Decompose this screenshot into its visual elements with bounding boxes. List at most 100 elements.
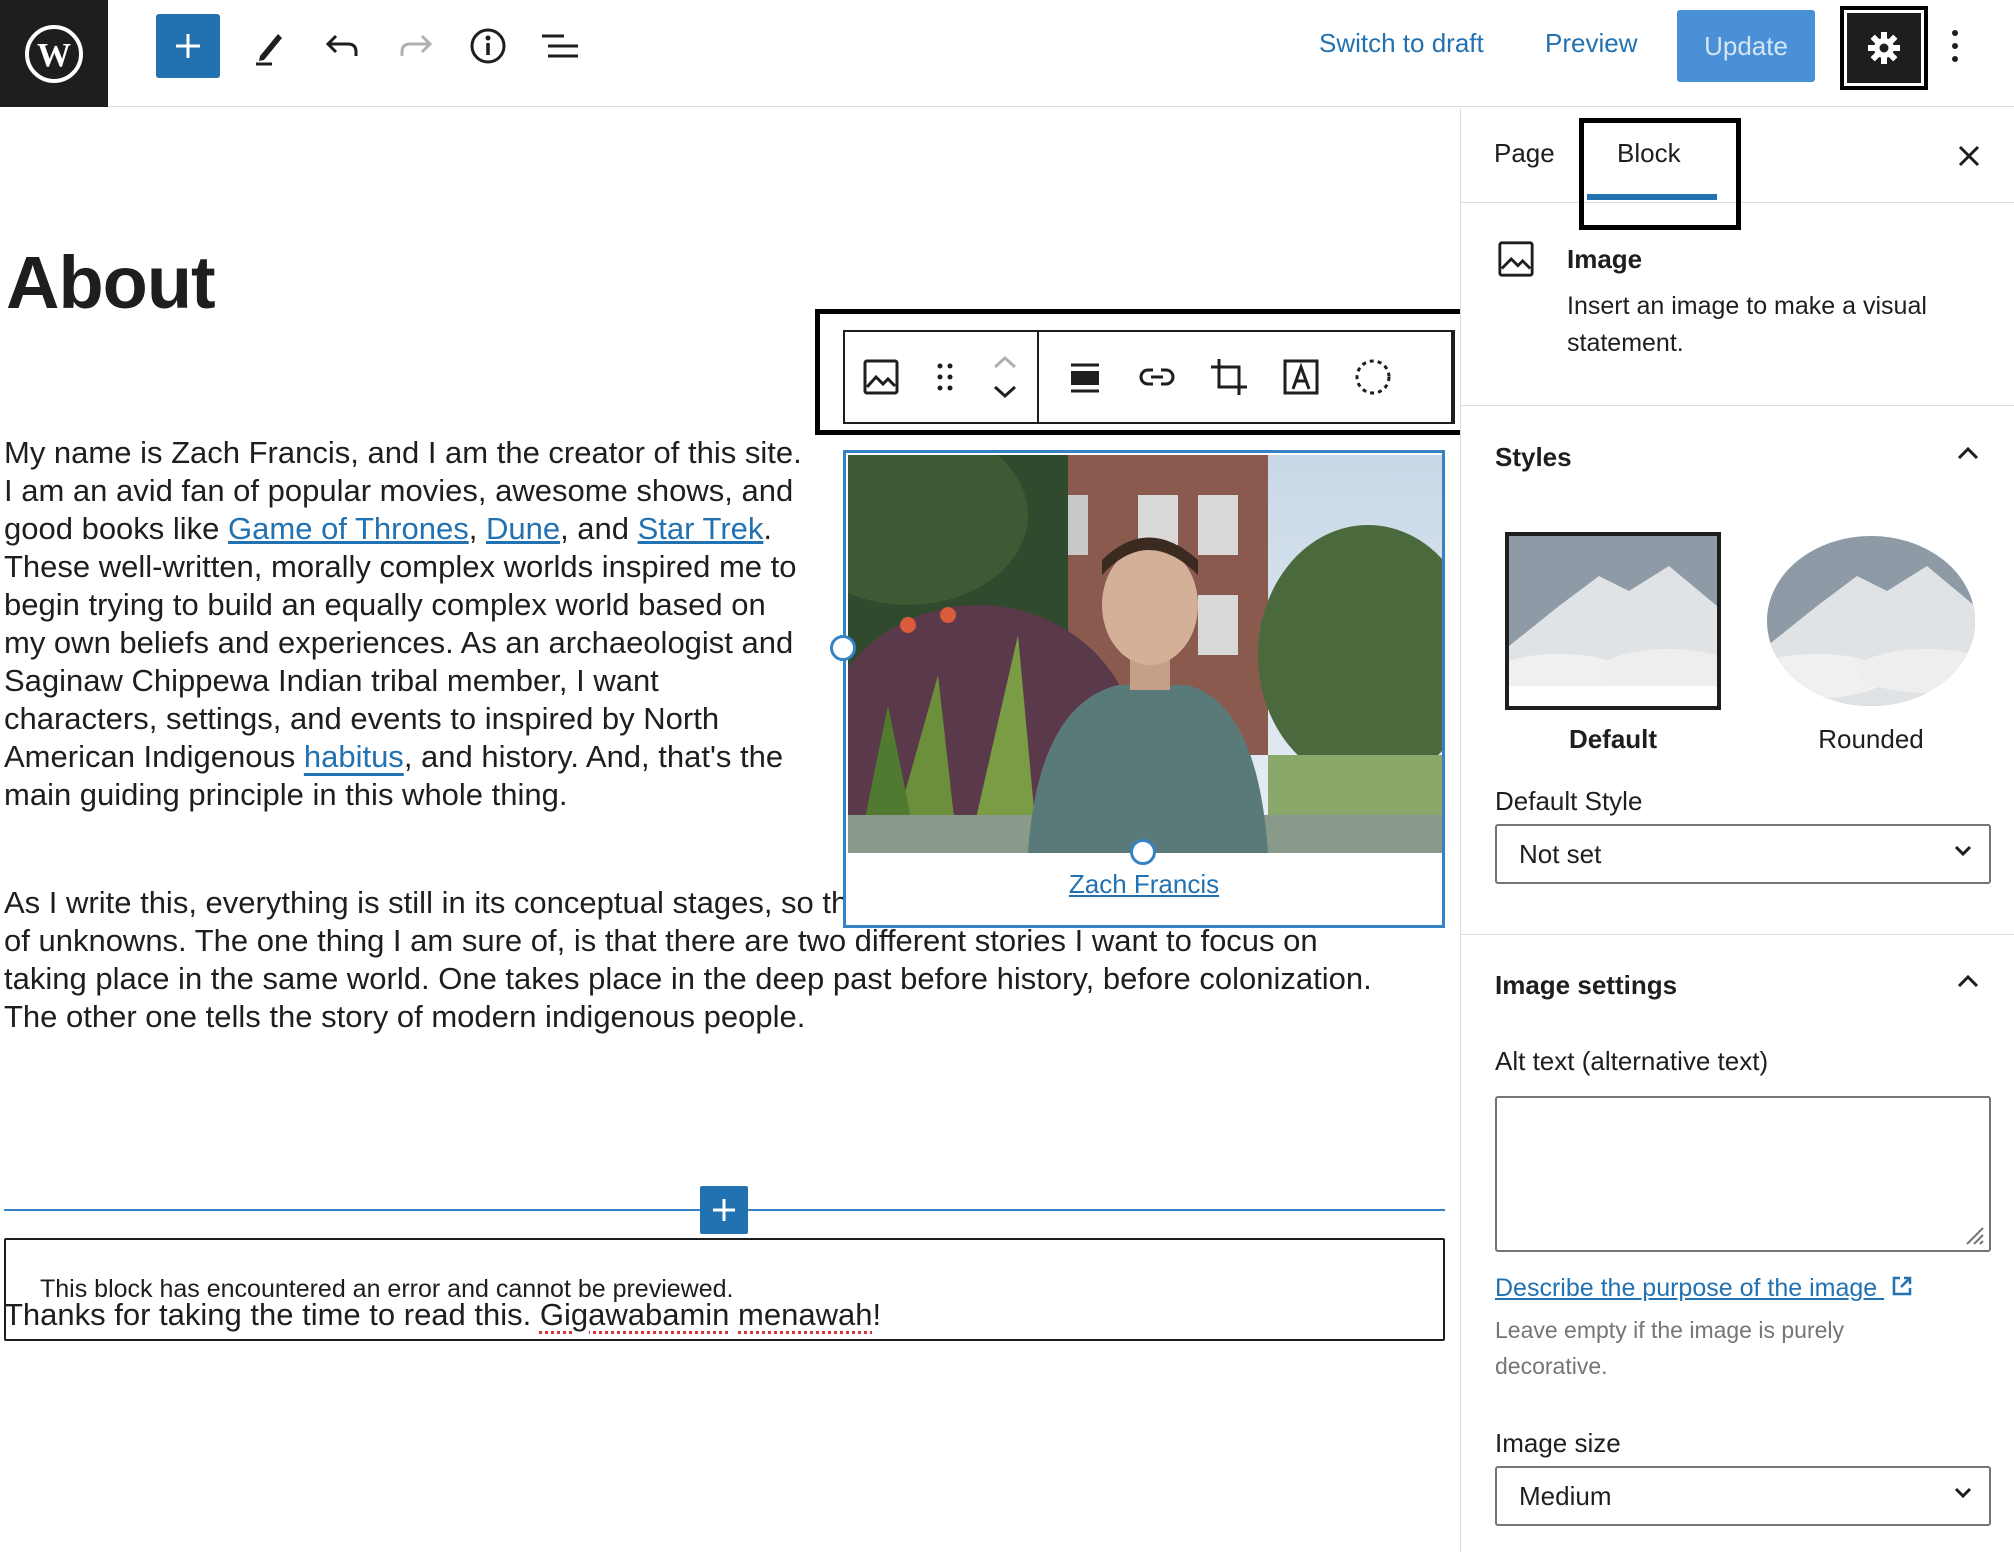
details-button[interactable] (456, 14, 520, 78)
list-view-button[interactable] (528, 14, 592, 78)
link-habitus[interactable]: habitus (304, 739, 404, 774)
tools-button[interactable] (238, 14, 302, 78)
block-card-description: Insert an image to make a visual stateme… (1567, 292, 1927, 357)
styles-panel-toggle[interactable] (1953, 438, 1983, 468)
tab-block[interactable]: Block (1617, 138, 1681, 169)
options-button[interactable] (1940, 22, 1970, 70)
drag-handle[interactable] (917, 332, 973, 422)
gear-icon (1868, 32, 1900, 64)
settings-sidebar: Page Block Image Insert an image to make… (1460, 108, 2014, 1552)
redo-button[interactable] (384, 14, 448, 78)
chevron-up-icon[interactable] (992, 355, 1018, 369)
block-type-button[interactable] (845, 332, 917, 422)
describe-image-link[interactable]: Describe the purpose of the image (1495, 1274, 1914, 1303)
top-toolbar: W Switch to draft Preview Update (0, 0, 2014, 107)
undo-button[interactable] (310, 14, 374, 78)
toolbar-divider (1451, 332, 1453, 422)
more-vertical-icon (1952, 30, 1958, 62)
tab-page[interactable]: Page (1494, 138, 1555, 169)
active-tab-indicator (1587, 194, 1717, 200)
image-icon (863, 359, 899, 395)
plus-icon (176, 34, 200, 58)
default-style-value: Not set (1519, 838, 1602, 869)
add-block-button[interactable] (156, 14, 220, 78)
styles-panel-title[interactable]: Styles (1495, 442, 1572, 473)
pencil-icon (256, 34, 282, 66)
chevron-down-icon[interactable] (992, 385, 1018, 399)
editor-canvas: About My name is Zach Francis, and I am … (0, 108, 1467, 1552)
switch-to-draft-button[interactable]: Switch to draft (1319, 28, 1484, 59)
style-option-rounded[interactable] (1767, 536, 1975, 706)
link-dune[interactable]: Dune (486, 511, 560, 546)
alt-text-input[interactable] (1495, 1096, 1991, 1252)
image-size-value: Medium (1519, 1480, 1612, 1511)
block-card-title: Image (1567, 244, 1643, 274)
close-sidebar-button[interactable] (1951, 138, 1987, 174)
paragraph-block-intro[interactable]: My name is Zach Francis, and I am the cr… (4, 434, 804, 814)
image-size-select[interactable]: Medium (1495, 1466, 1991, 1526)
block-toolbar (843, 330, 1455, 424)
link-button[interactable] (1121, 332, 1193, 422)
sidebar-tabs: Page Block (1461, 108, 2014, 230)
link-icon (1139, 368, 1175, 386)
crop-button[interactable] (1193, 332, 1265, 422)
link-game-of-thrones[interactable]: Game of Thrones (228, 511, 469, 546)
link-star-trek[interactable]: Star Trek (638, 511, 764, 546)
paragraph-text: Thanks for taking the time to read this. (4, 1297, 540, 1332)
undo-icon (325, 34, 358, 56)
paragraph-text: , and (560, 511, 638, 546)
redo-icon (400, 34, 433, 56)
svg-text:W: W (37, 37, 71, 74)
drag-icon (937, 363, 953, 391)
resize-handle-bottom[interactable] (1130, 839, 1156, 865)
image-size-label: Image size (1495, 1428, 1621, 1458)
chevron-up-icon (1957, 974, 1979, 988)
profile-photo[interactable] (848, 455, 1442, 853)
image-settings-panel-title[interactable]: Image settings (1495, 970, 1677, 1001)
style-label-rounded: Rounded (1818, 724, 1924, 754)
duotone-button[interactable] (1337, 332, 1409, 422)
style-option-default[interactable] (1505, 532, 1721, 710)
update-button[interactable]: Update (1677, 10, 1815, 82)
settings-button[interactable] (1840, 6, 1928, 90)
insert-block-button[interactable] (700, 1186, 748, 1234)
text-overlay-button[interactable] (1265, 332, 1337, 422)
misspelled-word: Gigawabamin (539, 1297, 730, 1332)
block-card: Image Insert an image to make a visual s… (1461, 204, 2014, 406)
style-label-default: Default (1568, 724, 1658, 754)
alt-text-help: Leave empty if the image is purely decor… (1495, 1317, 1845, 1379)
close-icon (1958, 145, 1980, 167)
default-style-select[interactable]: Not set (1495, 824, 1991, 884)
panel-divider (1461, 934, 2014, 935)
image-icon (1498, 241, 1534, 277)
paragraph-text: ! (872, 1297, 882, 1332)
duotone-icon (1355, 359, 1391, 395)
alt-text-label: Alt text (alternative text) (1495, 1046, 1769, 1076)
list-view-icon (542, 34, 578, 58)
default-style-label: Default Style (1495, 786, 1643, 816)
paragraph-text: , (468, 511, 486, 546)
chevron-down-icon (1954, 845, 1972, 857)
paragraph-text: . These well-written, morally complex wo… (4, 511, 797, 774)
image-block[interactable]: Zach Francis (830, 450, 1445, 928)
chevron-down-icon (1954, 1487, 1972, 1499)
paragraph-text (729, 1297, 738, 1332)
align-button[interactable] (1049, 332, 1121, 422)
chevron-up-icon (1957, 446, 1979, 460)
misspelled-word: menawah (738, 1297, 873, 1332)
resize-handle-left[interactable] (830, 635, 856, 661)
align-icon (1071, 363, 1099, 393)
wordpress-logo[interactable]: W (0, 0, 108, 107)
image-caption[interactable]: Zach Francis (846, 869, 1442, 900)
page-title[interactable]: About (6, 240, 216, 325)
info-icon (470, 28, 506, 64)
resize-grip-icon[interactable] (1963, 1224, 1985, 1246)
paragraph-block-thanks[interactable]: Thanks for taking the time to read this.… (4, 1296, 1204, 1334)
move-buttons[interactable] (973, 332, 1037, 422)
external-link-icon (1892, 1276, 1912, 1296)
plus-icon (713, 1199, 735, 1221)
preview-button[interactable]: Preview (1545, 28, 1637, 59)
crop-icon (1211, 359, 1247, 395)
text-overlay-icon (1283, 359, 1319, 395)
image-settings-panel-toggle[interactable] (1953, 966, 1983, 996)
